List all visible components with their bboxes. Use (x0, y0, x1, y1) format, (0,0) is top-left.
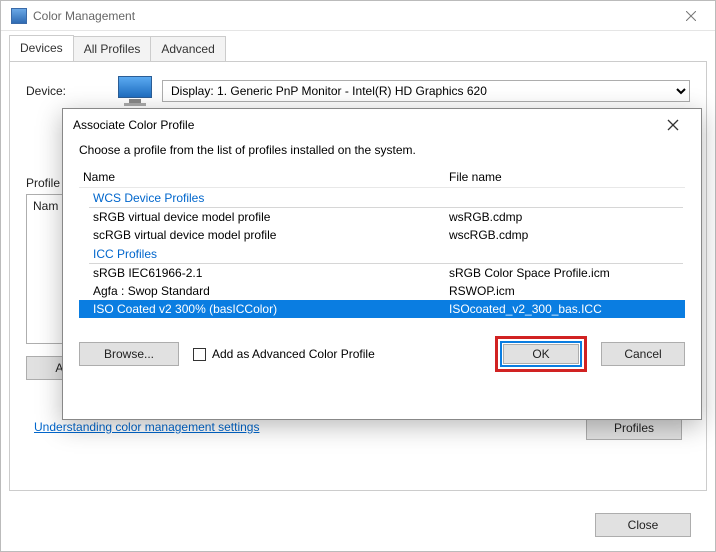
titlebar: Color Management (1, 1, 715, 31)
device-select[interactable]: Display: 1. Generic PnP Monitor - Intel(… (162, 80, 690, 102)
list-item-selected[interactable]: ISO Coated v2 300% (basICColor) ISOcoate… (79, 300, 685, 318)
checkbox-label: Add as Advanced Color Profile (212, 347, 375, 361)
help-link[interactable]: Understanding color management settings (34, 420, 259, 434)
monitor-icon (116, 76, 154, 106)
tab-all-profiles[interactable]: All Profiles (73, 36, 152, 62)
list-item[interactable]: Agfa : Swop Standard RSWOP.icm (79, 282, 685, 300)
profile-list-header: Name File name (79, 167, 685, 188)
associate-color-profile-dialog: Associate Color Profile Choose a profile… (62, 108, 702, 420)
cancel-button[interactable]: Cancel (601, 342, 685, 366)
tab-devices[interactable]: Devices (9, 35, 74, 61)
ok-highlight: OK (495, 336, 587, 372)
dialog-instruction: Choose a profile from the list of profil… (79, 143, 685, 157)
dialog-titlebar: Associate Color Profile (63, 109, 701, 141)
app-icon (11, 8, 27, 24)
list-item[interactable]: sRGB virtual device model profile wsRGB.… (79, 208, 685, 226)
dialog-title: Associate Color Profile (73, 118, 655, 132)
list-item[interactable]: sRGB IEC61966-2.1 sRGB Color Space Profi… (79, 264, 685, 282)
col-filename[interactable]: File name (449, 170, 685, 184)
list-item[interactable]: scRGB virtual device model profile wscRG… (79, 226, 685, 244)
browse-button[interactable]: Browse... (79, 342, 179, 366)
tab-advanced[interactable]: Advanced (150, 36, 225, 62)
profile-list[interactable]: Name File name WCS Device Profiles sRGB … (79, 167, 685, 318)
window-title: Color Management (33, 9, 671, 23)
col-name[interactable]: Name (79, 170, 449, 184)
tabstrip: Devices All Profiles Advanced (1, 31, 715, 61)
checkbox-icon (193, 348, 206, 361)
group-icc: ICC Profiles (79, 244, 685, 263)
window-close-button[interactable] (671, 2, 711, 30)
advanced-color-profile-checkbox[interactable]: Add as Advanced Color Profile (193, 347, 375, 361)
ok-button[interactable]: OK (503, 344, 579, 364)
close-button[interactable]: Close (595, 513, 691, 537)
group-wcs: WCS Device Profiles (79, 188, 685, 207)
dialog-close-button[interactable] (655, 112, 691, 138)
device-label: Device: (26, 84, 108, 98)
